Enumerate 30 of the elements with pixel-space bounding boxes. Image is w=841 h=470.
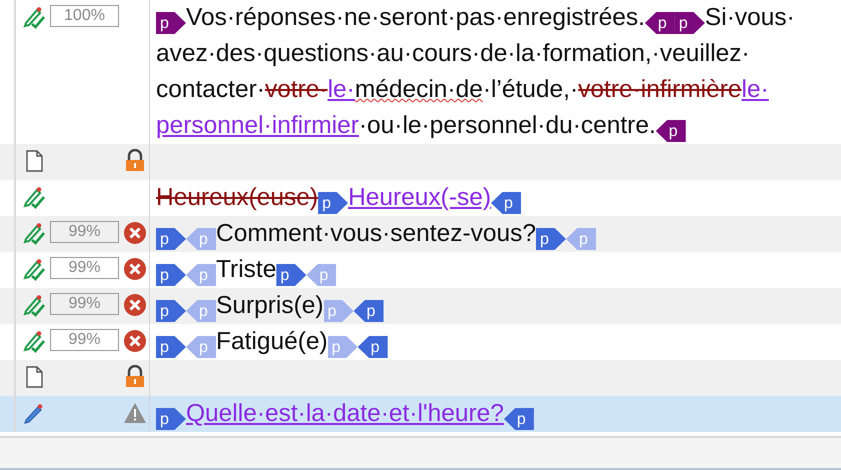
tag-marker: p: [324, 300, 354, 322]
tag-marker: p: [186, 264, 216, 286]
tag-marker: p: [186, 336, 216, 358]
match-percentage: 99%: [50, 329, 119, 351]
tag-marker: p: [358, 336, 388, 358]
match-percentage: 100%: [50, 5, 119, 27]
tag-marker: p: [156, 336, 186, 358]
tag-marker: p: [354, 300, 384, 322]
segment-editor[interactable]: p Vos·réponses·ne·seront·pas·enregistrées. p p Si·vous· avez·des·questions·au·cours·de·la·formation,·veuillez· contacter·votre·le·médecin·de·l’étude,·votre·infirmièrele· personnel·infirmier·ou·le·personnel·du·centre. p: [156, 0, 833, 144]
match-percentage: 99%: [50, 221, 119, 243]
tag-marker: p: [318, 192, 348, 214]
tag-marker: p: [656, 120, 686, 142]
match-percentage: 99%: [50, 293, 119, 315]
tag-marker: p: [186, 228, 216, 250]
tag-marker: p: [156, 228, 186, 250]
tag-marker: p: [644, 12, 675, 34]
tag-marker: p: [306, 264, 336, 286]
tag-marker: p: [504, 408, 534, 430]
tag-marker: p: [186, 300, 216, 322]
tag-marker: p: [156, 264, 186, 286]
tag-marker: p: [156, 408, 186, 430]
tag-marker: p: [276, 264, 306, 286]
tag-marker: p: [156, 300, 186, 322]
match-percentage: 99%: [50, 257, 119, 279]
tag-marker: p: [536, 228, 566, 250]
tag-marker: p: [566, 228, 596, 250]
tag-marker: p: [674, 12, 705, 34]
tag-marker: p: [491, 192, 522, 214]
tag-marker: p: [156, 12, 186, 34]
tag-marker: p: [328, 336, 358, 358]
